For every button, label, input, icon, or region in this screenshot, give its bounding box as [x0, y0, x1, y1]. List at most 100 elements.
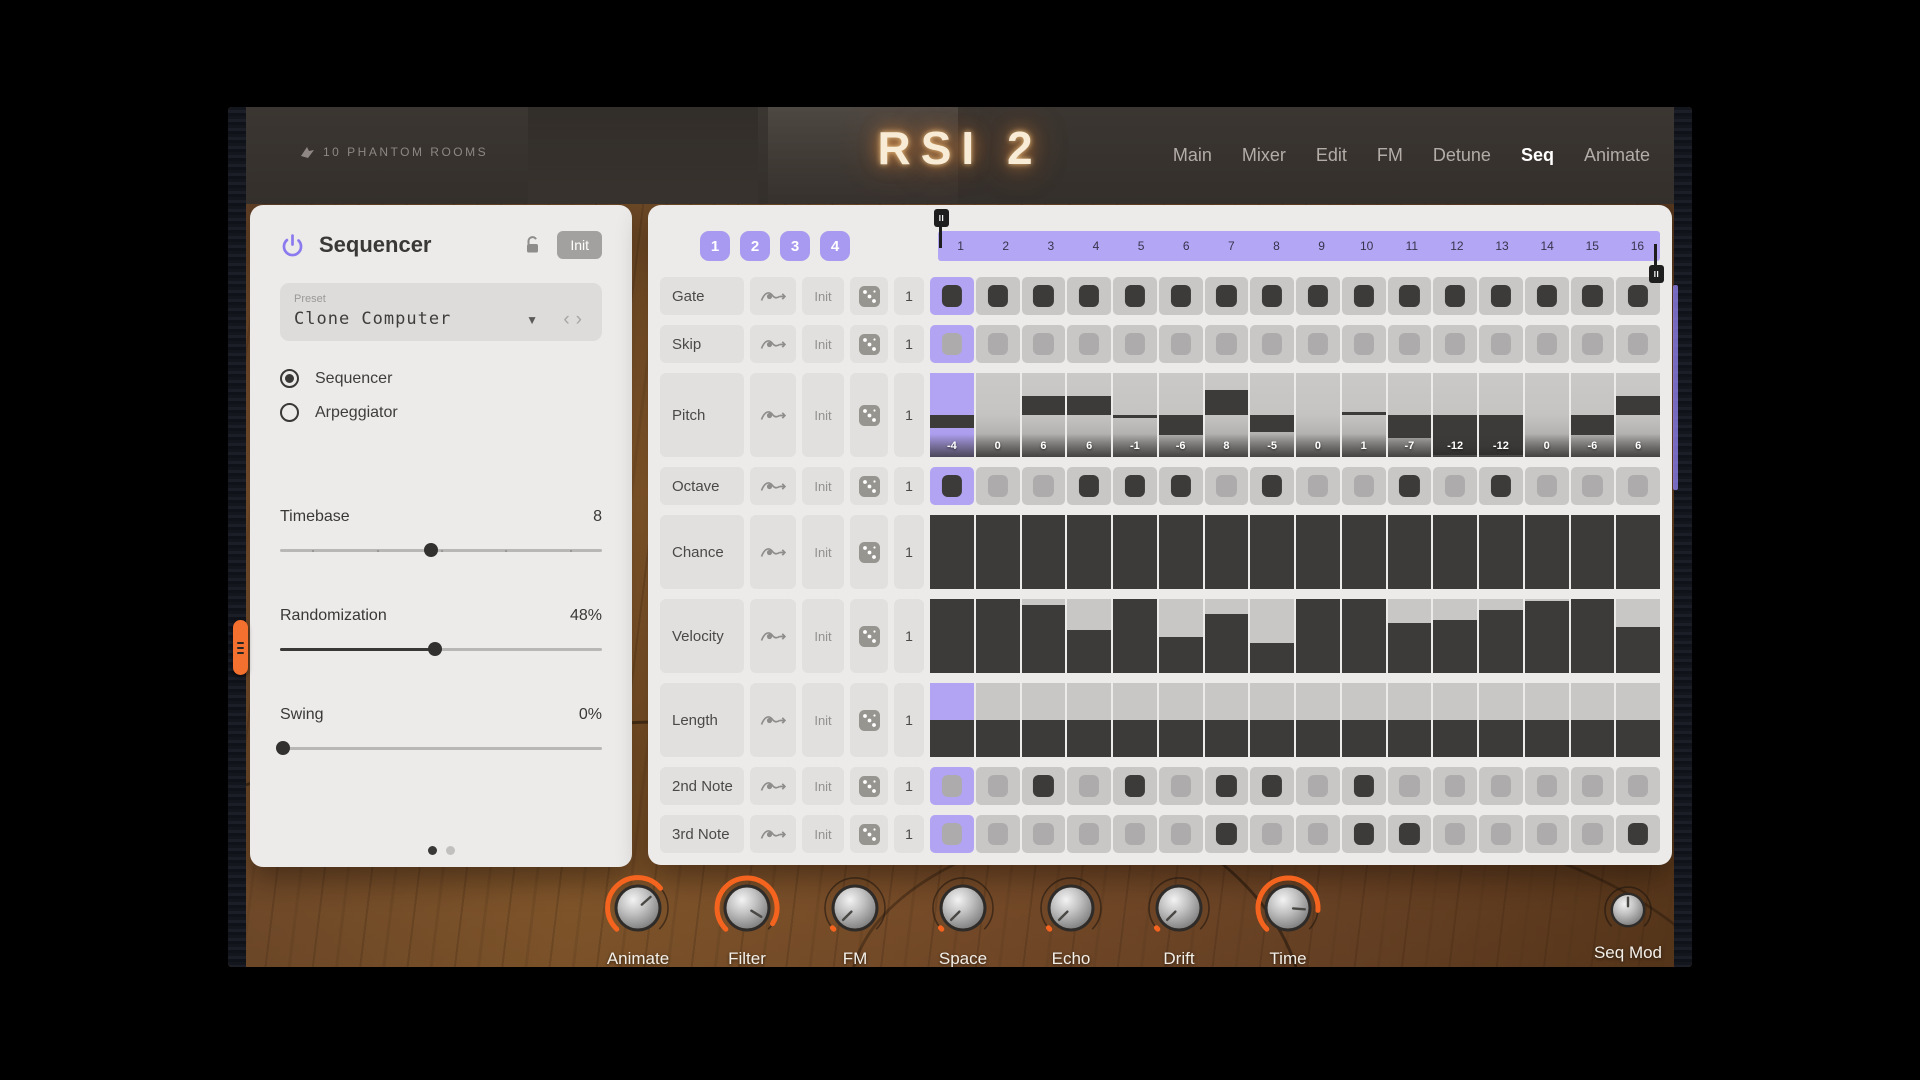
step-cell[interactable]	[1571, 277, 1615, 315]
step-cell[interactable]	[976, 515, 1020, 589]
step-cell[interactable]	[1616, 815, 1660, 853]
step-cell[interactable]	[1571, 325, 1615, 363]
page-button-3[interactable]: 3	[780, 231, 810, 261]
knob-graphic[interactable]	[1032, 869, 1110, 947]
panel-pagination-dots[interactable]	[250, 846, 632, 855]
step-cell[interactable]	[1433, 599, 1477, 673]
row-init-button[interactable]: Init	[802, 767, 844, 805]
step-cell[interactable]	[1571, 515, 1615, 589]
dice-icon[interactable]	[850, 683, 888, 757]
step-cell[interactable]	[1388, 767, 1432, 805]
step-cell[interactable]	[1205, 599, 1249, 673]
animate-curve-icon[interactable]	[750, 325, 796, 363]
step-cell[interactable]	[1616, 599, 1660, 673]
step-cell[interactable]	[1616, 325, 1660, 363]
step-cell[interactable]	[1250, 325, 1294, 363]
row-division[interactable]: 1	[894, 683, 924, 757]
step-cell[interactable]	[1205, 767, 1249, 805]
row-init-button[interactable]: Init	[802, 467, 844, 505]
animate-curve-icon[interactable]	[750, 373, 796, 457]
step-cell[interactable]: -6	[1571, 373, 1615, 457]
nav-item-fm[interactable]: FM	[1377, 145, 1403, 166]
step-cell[interactable]	[1250, 599, 1294, 673]
slider-track[interactable]	[280, 642, 602, 656]
step-cell[interactable]	[1205, 683, 1249, 757]
step-cell[interactable]	[1388, 467, 1432, 505]
step-cell[interactable]	[976, 277, 1020, 315]
step-cell[interactable]: 6	[1616, 373, 1660, 457]
step-cell[interactable]	[1342, 515, 1386, 589]
dice-icon[interactable]	[850, 325, 888, 363]
step-cell[interactable]	[976, 467, 1020, 505]
step-cell[interactable]	[1616, 767, 1660, 805]
step-cell[interactable]	[1525, 683, 1569, 757]
slider-thumb[interactable]	[428, 642, 442, 656]
step-cell[interactable]: -12	[1479, 373, 1523, 457]
step-cell[interactable]	[930, 599, 974, 673]
step-cell[interactable]	[1479, 599, 1523, 673]
dice-icon[interactable]	[850, 373, 888, 457]
step-cell[interactable]	[1433, 515, 1477, 589]
slider-thumb[interactable]	[424, 543, 438, 557]
row-division[interactable]: 1	[894, 515, 924, 589]
nav-item-seq[interactable]: Seq	[1521, 145, 1554, 166]
dice-icon[interactable]	[850, 767, 888, 805]
animate-curve-icon[interactable]	[750, 515, 796, 589]
step-cell[interactable]	[1433, 467, 1477, 505]
step-cell[interactable]	[1525, 467, 1569, 505]
step-cell[interactable]	[1525, 277, 1569, 315]
preset-value[interactable]: Clone Computer	[294, 309, 588, 329]
step-cell[interactable]	[976, 599, 1020, 673]
step-cell[interactable]: 0	[976, 373, 1020, 457]
knob-graphic[interactable]	[599, 869, 677, 947]
loop-start-handle[interactable]: II	[934, 209, 949, 227]
step-cell[interactable]	[930, 467, 974, 505]
step-cell[interactable]	[1479, 325, 1523, 363]
step-cell[interactable]: -6	[1159, 373, 1203, 457]
nav-item-edit[interactable]: Edit	[1316, 145, 1347, 166]
panel-drawer-handle[interactable]	[233, 620, 248, 675]
step-cell[interactable]	[1022, 325, 1066, 363]
step-cell[interactable]: -1	[1113, 373, 1157, 457]
step-cell[interactable]	[1296, 277, 1340, 315]
step-cell[interactable]	[1067, 815, 1111, 853]
step-cell[interactable]	[1388, 325, 1432, 363]
dice-icon[interactable]	[850, 599, 888, 673]
step-cell[interactable]	[1250, 767, 1294, 805]
step-cell[interactable]	[1022, 767, 1066, 805]
page-button-4[interactable]: 4	[820, 231, 850, 261]
step-cell[interactable]	[1296, 815, 1340, 853]
step-cell[interactable]	[1022, 515, 1066, 589]
step-cell[interactable]	[1113, 325, 1157, 363]
row-division[interactable]: 1	[894, 277, 924, 315]
knob-graphic[interactable]	[1140, 869, 1218, 947]
step-cell[interactable]	[1388, 683, 1432, 757]
row-init-button[interactable]: Init	[802, 515, 844, 589]
step-cell[interactable]: -7	[1388, 373, 1432, 457]
step-cell[interactable]	[1159, 277, 1203, 315]
step-cell[interactable]	[1113, 683, 1157, 757]
step-cell[interactable]	[1479, 683, 1523, 757]
radio-selected-icon[interactable]	[280, 369, 299, 388]
step-cell[interactable]	[1159, 599, 1203, 673]
step-cell[interactable]	[1571, 599, 1615, 673]
knob-graphic[interactable]	[708, 869, 786, 947]
step-cell[interactable]	[1525, 515, 1569, 589]
step-cell[interactable]	[930, 325, 974, 363]
step-cell[interactable]	[1571, 683, 1615, 757]
step-cell[interactable]	[1479, 515, 1523, 589]
step-cell[interactable]	[1022, 467, 1066, 505]
step-cell[interactable]	[976, 767, 1020, 805]
page-button-1[interactable]: 1	[700, 231, 730, 261]
step-cell[interactable]	[1388, 277, 1432, 315]
step-cell[interactable]	[1205, 515, 1249, 589]
mode-option-sequencer[interactable]: Sequencer	[280, 369, 602, 388]
step-cell[interactable]	[1296, 767, 1340, 805]
step-cell[interactable]	[1022, 277, 1066, 315]
dice-icon[interactable]	[850, 277, 888, 315]
step-cell[interactable]	[1479, 767, 1523, 805]
row-init-button[interactable]: Init	[802, 325, 844, 363]
animate-curve-icon[interactable]	[750, 467, 796, 505]
step-cell[interactable]	[1296, 467, 1340, 505]
step-cell[interactable]	[1296, 325, 1340, 363]
